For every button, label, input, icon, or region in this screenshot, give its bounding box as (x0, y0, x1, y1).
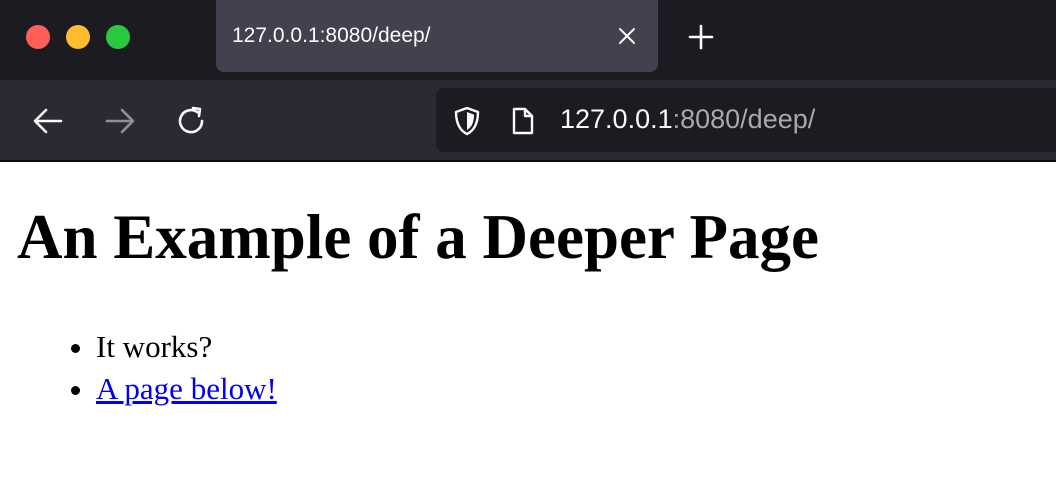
minimize-window-icon[interactable] (66, 25, 90, 49)
list-item: A page below! (96, 368, 277, 410)
page-icon[interactable] (510, 106, 536, 136)
arrow-right-icon[interactable] (103, 104, 137, 138)
navigation-toolbar: 127.0.0.1:8080/deep/ (0, 80, 1056, 162)
url-path: :8080/deep/ (672, 104, 816, 134)
page-content: An Example of a Deeper Page It works? A … (0, 162, 1056, 498)
list-item-text: It works? (96, 329, 213, 364)
browser-window: 127.0.0.1:8080/deep/ 127.0.0.1:8080/deep… (0, 0, 1056, 498)
url-text[interactable]: 127.0.0.1:8080/deep/ (560, 104, 815, 135)
close-window-icon[interactable] (26, 25, 50, 49)
tab-strip: 127.0.0.1:8080/deep/ (0, 0, 1056, 80)
tab-title: 127.0.0.1:8080/deep/ (232, 24, 431, 47)
close-icon[interactable] (616, 25, 638, 47)
plus-icon[interactable] (686, 22, 716, 52)
reload-icon[interactable] (175, 104, 209, 138)
address-bar[interactable]: 127.0.0.1:8080/deep/ (436, 88, 1056, 152)
maximize-window-icon[interactable] (106, 25, 130, 49)
url-host: 127.0.0.1 (560, 104, 673, 134)
item-list: It works? A page below! (0, 326, 277, 410)
active-tab[interactable]: 127.0.0.1:8080/deep/ (216, 0, 658, 72)
arrow-left-icon[interactable] (31, 104, 65, 138)
shield-icon[interactable] (452, 105, 482, 137)
list-item: It works? (96, 326, 277, 368)
page-heading: An Example of a Deeper Page (17, 202, 819, 272)
page-below-link[interactable]: A page below! (96, 371, 277, 406)
